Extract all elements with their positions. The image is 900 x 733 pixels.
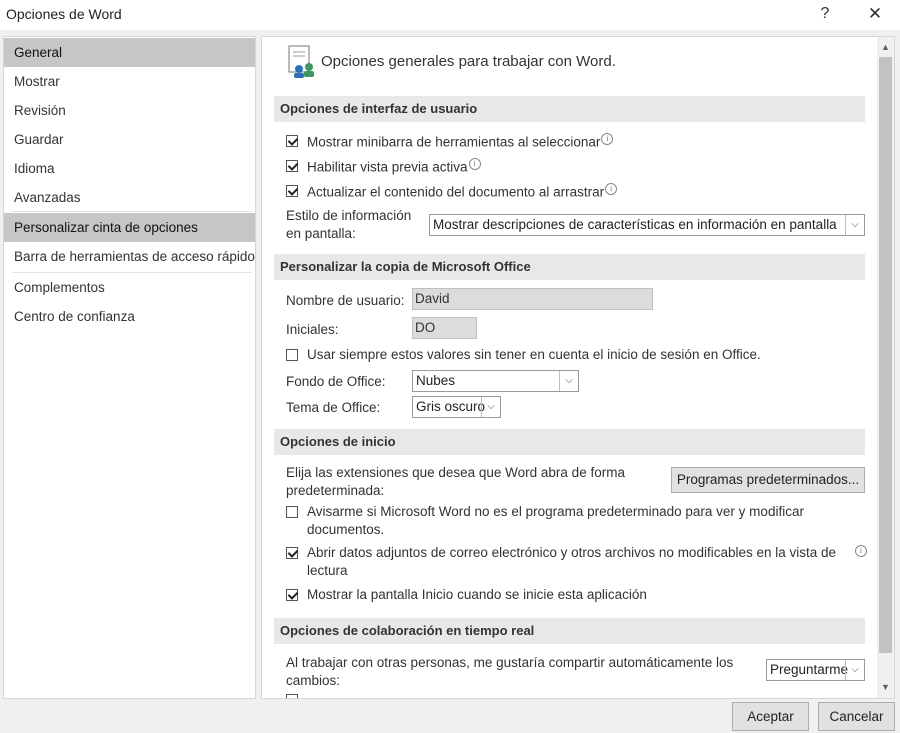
- initials-field[interactable]: DO: [412, 317, 477, 339]
- options-panel: Opciones generales para trabajar con Wor…: [261, 36, 895, 699]
- office-background-value: Nubes: [416, 373, 456, 388]
- live-preview-label: Habilitar vista previa activa i: [307, 158, 481, 175]
- page-title: Opciones generales para trabajar con Wor…: [321, 53, 616, 70]
- screentip-style-select[interactable]: Mostrar descripciones de características…: [429, 214, 865, 236]
- username-label: Nombre de usuario:: [286, 293, 405, 308]
- minibar-text: Mostrar minibarra de herramientas al sel…: [307, 134, 601, 150]
- always-use-label: Usar siempre estos valores sin tener en …: [307, 347, 761, 362]
- live-preview-checkbox[interactable]: [286, 160, 298, 172]
- notify-default-label-line1: Avisarme si Microsoft Word no es el prog…: [307, 504, 804, 519]
- scroll-thumb[interactable]: [879, 57, 892, 653]
- accept-button[interactable]: Aceptar: [732, 702, 809, 731]
- info-icon: i: [601, 133, 614, 145]
- update-drag-text: Actualizar el contenido del documento al…: [307, 184, 605, 200]
- chevron-down-icon[interactable]: ⌵: [559, 371, 578, 391]
- update-drag-checkbox[interactable]: [286, 185, 298, 197]
- extensions-label-line1: Elija las extensiones que desea que Word…: [286, 465, 625, 480]
- section-header-startup: Opciones de inicio: [274, 429, 865, 455]
- chevron-down-icon[interactable]: ⌵: [845, 215, 864, 235]
- section-header-personalize: Personalizar la copia de Microsoft Offic…: [274, 254, 865, 280]
- office-background-label: Fondo de Office:: [286, 374, 386, 389]
- close-button[interactable]: ✕: [863, 3, 887, 25]
- scroll-down-icon[interactable]: ▼: [877, 679, 894, 696]
- chevron-down-icon[interactable]: ⌵: [845, 660, 864, 680]
- sidebar-item-complementos[interactable]: Complementos: [4, 273, 255, 302]
- info-icon: i: [468, 158, 481, 170]
- initials-label: Iniciales:: [286, 322, 339, 337]
- screentip-label-line2: en pantalla:: [286, 226, 356, 241]
- office-theme-value: Gris oscuro: [416, 399, 486, 414]
- always-use-checkbox[interactable]: [286, 349, 298, 361]
- sidebar-item-avanzadas[interactable]: Avanzadas: [4, 183, 255, 212]
- share-changes-label-line1: Al trabajar con otras personas, me gusta…: [286, 655, 734, 670]
- username-field[interactable]: David: [412, 288, 653, 310]
- sidebar-item-general[interactable]: General: [4, 38, 255, 67]
- notify-default-checkbox[interactable]: [286, 506, 298, 518]
- default-programs-button[interactable]: Programas predeterminados...: [671, 467, 865, 493]
- general-options-icon: [288, 45, 314, 78]
- sidebar-item-guardar[interactable]: Guardar: [4, 125, 255, 154]
- title-bar: Opciones de Word ? ✕: [0, 0, 900, 30]
- office-theme-select[interactable]: Gris oscuro ⌵: [412, 396, 501, 418]
- sidebar-divider: [12, 211, 252, 212]
- minibar-label: Mostrar minibarra de herramientas al sel…: [307, 133, 614, 150]
- extensions-label-line2: predeterminada:: [286, 483, 385, 498]
- show-start-checkbox[interactable]: [286, 589, 298, 601]
- section-header-ui-options: Opciones de interfaz de usuario: [274, 96, 865, 122]
- chevron-down-icon[interactable]: ⌵: [481, 397, 500, 417]
- share-changes-label-line2: cambios:: [286, 673, 341, 688]
- section-header-collaboration: Opciones de colaboración en tiempo real: [274, 618, 865, 644]
- sidebar-item-centro-confianza[interactable]: Centro de confianza: [4, 302, 255, 331]
- office-theme-label: Tema de Office:: [286, 400, 381, 415]
- sidebar-item-mostrar[interactable]: Mostrar: [4, 67, 255, 96]
- show-start-label: Mostrar la pantalla Inicio cuando se ini…: [307, 587, 647, 602]
- partial-checkbox[interactable]: [286, 694, 298, 698]
- screentip-style-value: Mostrar descripciones de características…: [433, 217, 837, 232]
- info-icon: i: [605, 183, 618, 195]
- help-button[interactable]: ?: [813, 3, 837, 25]
- share-changes-value: Preguntarme: [770, 662, 849, 677]
- live-preview-text: Habilitar vista previa activa: [307, 159, 468, 175]
- cancel-button[interactable]: Cancelar: [818, 702, 895, 731]
- sidebar: General Mostrar Revisión Guardar Idioma …: [3, 36, 256, 699]
- sidebar-item-idioma[interactable]: Idioma: [4, 154, 255, 183]
- info-icon: i: [855, 545, 867, 557]
- notify-default-label-line2: documentos.: [307, 522, 385, 537]
- office-background-select[interactable]: Nubes ⌵: [412, 370, 579, 392]
- minibar-checkbox[interactable]: [286, 135, 298, 147]
- sidebar-item-personalizar-cinta[interactable]: Personalizar cinta de opciones: [4, 213, 255, 242]
- sidebar-item-revision[interactable]: Revisión: [4, 96, 255, 125]
- update-drag-label: Actualizar el contenido del documento al…: [307, 183, 618, 200]
- vertical-scrollbar[interactable]: ▲ ▼: [877, 37, 894, 698]
- screentip-label-line1: Estilo de información: [286, 208, 412, 223]
- scroll-up-icon[interactable]: ▲: [877, 39, 894, 56]
- open-attachments-label-line1: Abrir datos adjuntos de correo electróni…: [307, 545, 837, 560]
- open-attachments-checkbox[interactable]: [286, 547, 298, 559]
- open-attachments-label-line2: lectura: [307, 563, 348, 578]
- sidebar-item-barra-acceso-rapido[interactable]: Barra de herramientas de acceso rápido: [4, 242, 255, 271]
- window-title: Opciones de Word: [6, 6, 122, 22]
- share-changes-select[interactable]: Preguntarme ⌵: [766, 659, 865, 681]
